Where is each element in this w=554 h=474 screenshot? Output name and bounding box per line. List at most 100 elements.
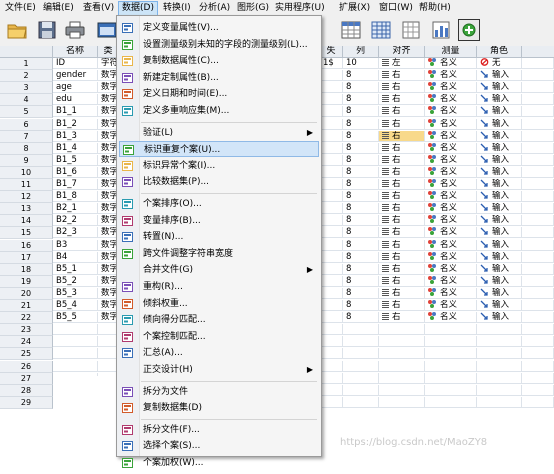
row-number[interactable]: 17	[0, 252, 53, 264]
menu-utilities[interactable]: 实用程序(U)	[272, 2, 328, 15]
cell-name[interactable]: B1_5	[53, 155, 98, 166]
row-number[interactable]: 24	[0, 336, 53, 348]
cell-measure[interactable]: 名义	[425, 203, 477, 214]
cell-role[interactable]: 输入	[477, 143, 522, 154]
cell-columns[interactable]: 8	[343, 167, 379, 178]
cell-columns[interactable]: 8	[343, 203, 379, 214]
cell-align[interactable]	[379, 348, 425, 359]
row-number[interactable]: 5	[0, 106, 53, 118]
row-number[interactable]: 29	[0, 397, 53, 409]
cell-columns[interactable]: 8	[343, 143, 379, 154]
cell-columns[interactable]: 8	[343, 240, 379, 251]
cell-align[interactable]: 右	[379, 203, 425, 214]
cell-role[interactable]: 输入	[477, 300, 522, 311]
menu-item-16[interactable]: 合并文件(G) ▶	[119, 262, 319, 278]
cell-measure[interactable]: 名义	[425, 155, 477, 166]
row-number[interactable]: 14	[0, 215, 53, 227]
menu-item-0[interactable]: 定义变量属性(V)...	[119, 20, 319, 36]
cell-name[interactable]: B4	[53, 252, 98, 263]
cell-columns[interactable]: 8	[343, 119, 379, 130]
cell-align[interactable]: 右	[379, 131, 425, 142]
row-number[interactable]: 11	[0, 179, 53, 191]
cell-measure[interactable]: 名义	[425, 300, 477, 311]
menu-item-27[interactable]: 拆分文件(F)...	[119, 422, 319, 438]
cell-missing[interactable]	[320, 348, 343, 359]
cell-align[interactable]: 右	[379, 252, 425, 263]
cell-columns[interactable]: 8	[343, 155, 379, 166]
menu-item-19[interactable]: 倾向得分匹配...	[119, 312, 319, 328]
add-on-icon[interactable]	[458, 19, 480, 41]
cell-role[interactable]: 输入	[477, 215, 522, 226]
cell-role[interactable]	[477, 385, 522, 396]
cell-align[interactable]: 右	[379, 288, 425, 299]
cell-missing[interactable]: 1$	[320, 58, 343, 69]
cell-align[interactable]: 右	[379, 227, 425, 238]
row-number[interactable]: 20	[0, 288, 53, 300]
cell-measure[interactable]: 名义	[425, 191, 477, 202]
cell-columns[interactable]: 8	[343, 264, 379, 275]
row-number[interactable]: 22	[0, 312, 53, 324]
cell-role[interactable]: 输入	[477, 252, 522, 263]
column-header-name[interactable]: 名称	[53, 46, 98, 58]
cell-name[interactable]	[53, 348, 98, 359]
cell-columns[interactable]	[343, 324, 379, 335]
cell-measure[interactable]: 名义	[425, 312, 477, 323]
row-number[interactable]: 23	[0, 324, 53, 336]
menu-item-9[interactable]: 标识异常个案(I)...	[119, 158, 319, 174]
cell-align[interactable]	[379, 324, 425, 335]
cell-align[interactable]: 右	[379, 70, 425, 81]
cell-missing[interactable]	[320, 143, 343, 154]
cell-name[interactable]: B2_2	[53, 215, 98, 226]
cell-align[interactable]: 右	[379, 276, 425, 287]
cell-missing[interactable]	[320, 288, 343, 299]
cell-role[interactable]: 输入	[477, 288, 522, 299]
cell-measure[interactable]: 名义	[425, 276, 477, 287]
cell-measure[interactable]: 名义	[425, 94, 477, 105]
cell-columns[interactable]: 8	[343, 215, 379, 226]
menu-edit[interactable]: 编辑(E)	[40, 2, 77, 15]
menu-item-3[interactable]: 新建定制属性(B)...	[119, 70, 319, 86]
menu-item-25[interactable]: 复制数据集(D)	[119, 400, 319, 416]
cell-name[interactable]: B5_1	[53, 264, 98, 275]
cell-columns[interactable]: 8	[343, 227, 379, 238]
menu-item-2[interactable]: 复制数据属性(C)...	[119, 53, 319, 69]
cell-align[interactable]: 右	[379, 143, 425, 154]
cell-missing[interactable]	[320, 240, 343, 251]
cell-columns[interactable]: 8	[343, 300, 379, 311]
cell-columns[interactable]	[343, 385, 379, 396]
cell-missing[interactable]	[320, 131, 343, 142]
cell-role[interactable]: 无	[477, 58, 522, 69]
cell-role[interactable]	[477, 397, 522, 408]
cell-align[interactable]	[379, 397, 425, 408]
cell-columns[interactable]	[343, 361, 379, 372]
cell-measure[interactable]: 名义	[425, 131, 477, 142]
cell-align[interactable]	[379, 385, 425, 396]
row-number[interactable]: 27	[0, 373, 53, 385]
cell-missing[interactable]	[320, 227, 343, 238]
cell-role[interactable]	[477, 373, 522, 384]
cell-role[interactable]: 输入	[477, 70, 522, 81]
cell-name[interactable]: B2_1	[53, 203, 98, 214]
cell-columns[interactable]: 8	[343, 288, 379, 299]
cell-measure[interactable]	[425, 336, 477, 347]
row-number[interactable]: 18	[0, 264, 53, 276]
cell-columns[interactable]	[343, 373, 379, 384]
cell-missing[interactable]	[320, 397, 343, 408]
cell-align[interactable]	[379, 336, 425, 347]
menu-item-21[interactable]: 汇总(A)...	[119, 345, 319, 361]
cell-missing[interactable]	[320, 179, 343, 190]
menu-item-13[interactable]: 变量排序(B)...	[119, 213, 319, 229]
table-grid-icon[interactable]	[370, 19, 392, 41]
row-number[interactable]: 8	[0, 143, 53, 155]
menu-item-18[interactable]: 倾斜权重...	[119, 296, 319, 312]
cell-measure[interactable]: 名义	[425, 264, 477, 275]
cell-missing[interactable]	[320, 276, 343, 287]
menu-help[interactable]: 帮助(H)	[416, 2, 454, 15]
column-header-measure[interactable]: 测量	[425, 46, 477, 58]
row-number[interactable]: 7	[0, 131, 53, 143]
cell-measure[interactable]: 名义	[425, 58, 477, 69]
cell-name[interactable]: B1_8	[53, 191, 98, 202]
cell-name[interactable]: edu	[53, 94, 98, 105]
cell-align[interactable]	[379, 361, 425, 372]
cell-missing[interactable]	[320, 252, 343, 263]
